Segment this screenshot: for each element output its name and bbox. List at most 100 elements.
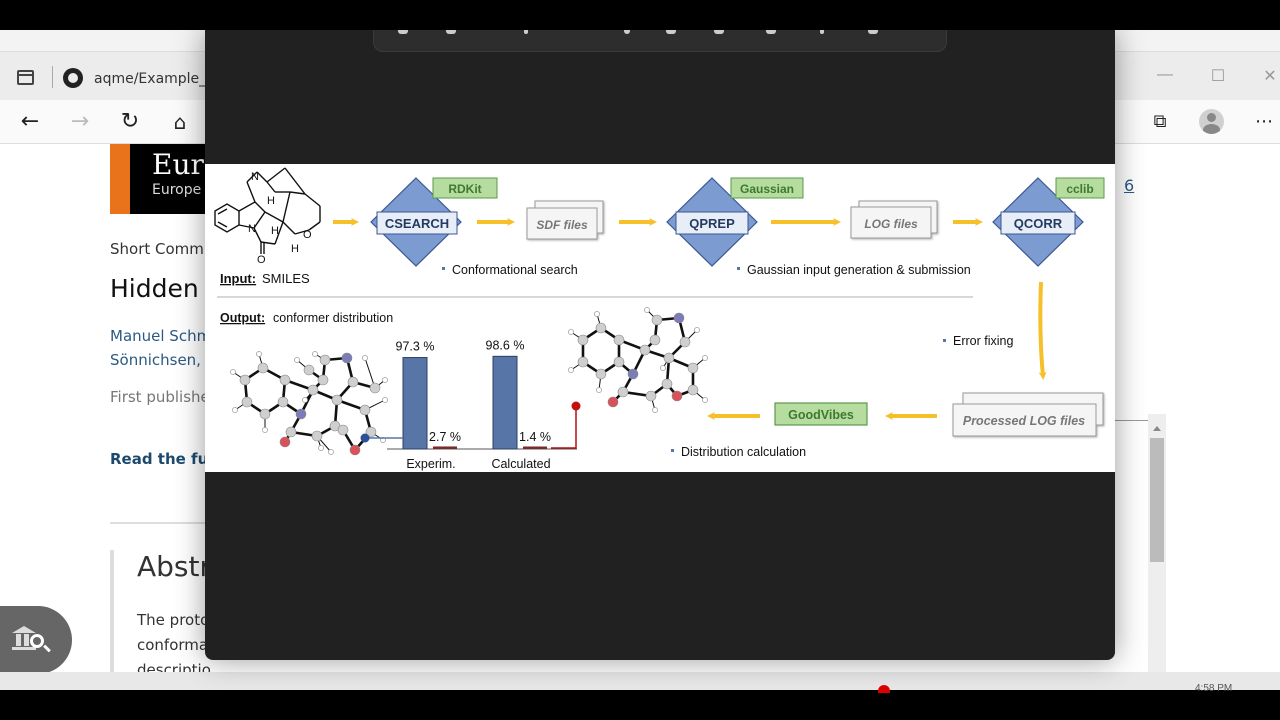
- viewer-toolbar: [373, 30, 947, 52]
- atom: [595, 368, 607, 380]
- back-button[interactable]: ←: [16, 108, 44, 136]
- journal-subtitle: Europe: [152, 182, 202, 198]
- tab-actions-icon[interactable]: [17, 70, 34, 85]
- atom: [317, 374, 329, 386]
- atom: [256, 351, 262, 357]
- atom: [341, 352, 353, 364]
- toolbar-icon[interactable]: [398, 30, 408, 34]
- atom: [279, 374, 291, 386]
- read-full-text-link[interactable]: Read the full: [110, 450, 219, 468]
- atom: [312, 351, 318, 357]
- abstract-heading: Abstr: [137, 550, 212, 583]
- record-icon[interactable]: [878, 685, 890, 693]
- atom: [702, 355, 708, 361]
- atom: [687, 362, 699, 374]
- authors-line-2[interactable]: Sönnichsen,: [110, 348, 211, 372]
- file-label: SDF files: [536, 218, 588, 232]
- input-molecule-atoms: N N O O H H H: [248, 171, 312, 266]
- svg-text:H: H: [267, 195, 275, 207]
- step-note: Gaussian input generation & submission: [747, 263, 971, 277]
- atom: [673, 312, 685, 324]
- atom: [568, 329, 574, 335]
- atom: [639, 344, 651, 356]
- processed-log-files: Processed LOG files: [952, 392, 1104, 437]
- step-name: CSEARCH: [385, 216, 449, 231]
- authors-line-1[interactable]: Manuel Schm: [110, 324, 211, 348]
- atom: [607, 396, 619, 408]
- tool-name: cclib: [1066, 182, 1093, 196]
- bar-label-minor: 1.4 %: [519, 430, 551, 444]
- sidebar-scrollbar[interactable]: [1148, 414, 1166, 690]
- home-button[interactable]: ⌂: [166, 108, 194, 136]
- article-type: Short Comm: [110, 240, 204, 258]
- toolbar-icon[interactable]: [624, 30, 630, 34]
- atom: [702, 397, 708, 403]
- atom: [302, 397, 308, 403]
- connector-dot-red: [571, 401, 581, 411]
- reference-link[interactable]: 6: [1124, 176, 1134, 195]
- toolbar-icon[interactable]: [524, 30, 528, 34]
- svg-text:H: H: [271, 225, 279, 237]
- input-label: Input:: [220, 271, 256, 286]
- journal-stripe: [110, 144, 130, 214]
- profile-avatar-icon[interactable]: [1199, 109, 1224, 134]
- atom: [241, 396, 253, 408]
- step-note: Error fixing: [953, 334, 1013, 348]
- tool-name: Gaussian: [740, 182, 794, 196]
- atom: [362, 355, 368, 361]
- toolbar-icon[interactable]: [446, 30, 456, 34]
- step-note: Conformational search: [452, 263, 578, 277]
- refresh-button[interactable]: ↻: [116, 108, 144, 136]
- log-files: LOG files: [850, 200, 938, 239]
- forward-button[interactable]: →: [66, 108, 94, 136]
- atom: [259, 408, 271, 420]
- journal-banner[interactable]: Eur Europe: [110, 144, 210, 214]
- workflow-figure: N N O O H H H Input: SMILES CSEARCH RDKi…: [205, 164, 1115, 472]
- toolbar-icon[interactable]: [766, 30, 776, 34]
- minimize-icon[interactable]: —: [1155, 66, 1175, 84]
- scrollbar-thumb[interactable]: [1150, 438, 1164, 562]
- tool-name: GoodVibes: [788, 408, 854, 422]
- scroll-up-icon[interactable]: [1153, 426, 1161, 431]
- input-molecule-drawing: [214, 167, 321, 254]
- atom: [645, 390, 657, 402]
- tool-name: RDKit: [448, 182, 481, 196]
- toolbar-icon[interactable]: [666, 30, 676, 34]
- atom: [239, 374, 251, 386]
- authors[interactable]: Manuel Schm Sönnichsen,: [110, 324, 211, 372]
- atom: [347, 376, 359, 388]
- atom: [318, 445, 324, 451]
- goodvibes-box: GoodVibes: [774, 402, 868, 426]
- atom: [230, 369, 236, 375]
- toolbar-icon[interactable]: [820, 30, 824, 34]
- toolbar-icon[interactable]: [868, 30, 878, 34]
- github-icon: [63, 68, 83, 88]
- atom: [307, 384, 319, 396]
- atom: [232, 407, 238, 413]
- atom: [568, 367, 574, 373]
- atom: [679, 336, 691, 348]
- maximize-icon[interactable]: ☐: [1208, 66, 1228, 86]
- group-label: Calculated: [491, 457, 550, 471]
- article-title: Hidden: [110, 274, 199, 303]
- collections-icon[interactable]: ⧉: [1146, 108, 1174, 136]
- workflow-diagram: N N O O H H H Input: SMILES CSEARCH RDKi…: [214, 167, 1105, 471]
- more-icon[interactable]: ⋯: [1250, 108, 1278, 136]
- taskbar-clock: 4:58 PM: [1195, 683, 1233, 694]
- close-icon[interactable]: ✕: [1260, 66, 1280, 86]
- svg-text:N: N: [248, 223, 256, 235]
- institution-search-button[interactable]: [0, 606, 72, 674]
- atom: [651, 314, 663, 326]
- bar-minor: [523, 446, 547, 449]
- atom: [294, 357, 300, 363]
- atom: [663, 352, 675, 364]
- atom: [613, 356, 625, 368]
- atom: [319, 354, 331, 366]
- flow-arrow-down: [1038, 281, 1047, 380]
- toolbar-icon[interactable]: [714, 30, 724, 34]
- atom: [671, 390, 683, 402]
- conformer-distribution-chart: 97.3 % 2.7 % Experim. 98.6 % 1.4 % Calculated: [360, 338, 581, 471]
- atom: [369, 382, 381, 394]
- search-icon: [30, 634, 44, 648]
- atom: [649, 334, 661, 346]
